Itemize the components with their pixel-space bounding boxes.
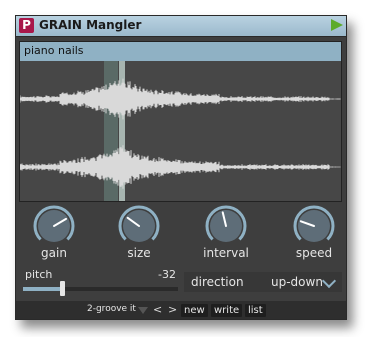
preset-dropdown-icon[interactable] (138, 307, 148, 314)
direction-label: direction (191, 275, 244, 289)
size-label: size (127, 246, 151, 260)
interval-knob-dial[interactable] (204, 204, 248, 246)
pitch-slider-fill (23, 287, 62, 291)
waveform-channel-right (20, 145, 341, 189)
size-knob-dial[interactable] (117, 204, 161, 246)
gain-knob[interactable]: gain (28, 204, 80, 264)
gain-knob-dial[interactable] (32, 204, 76, 246)
chevron-down-icon[interactable] (321, 273, 337, 289)
pitch-slider-handle[interactable] (59, 281, 65, 296)
waveform-display[interactable] (20, 61, 341, 201)
plugin-device: P GRAIN Mangler piano nails gain size in… (15, 15, 347, 320)
direction-value: up-down (271, 275, 323, 289)
device-badge: P (19, 18, 34, 33)
waveform-panel[interactable]: piano nails (19, 41, 342, 202)
speed-knob[interactable]: speed (288, 204, 340, 264)
list-presets-button[interactable]: list (245, 304, 266, 317)
pitch-label: pitch (25, 268, 53, 281)
size-knob[interactable]: size (113, 204, 165, 264)
previous-preset-button[interactable]: < (153, 304, 162, 316)
next-preset-button[interactable]: > (168, 304, 177, 316)
gain-label: gain (41, 246, 67, 260)
sample-name-bar: piano nails (20, 42, 341, 61)
new-preset-button[interactable]: new (181, 304, 208, 317)
play-icon[interactable] (331, 19, 343, 31)
direction-selector[interactable]: direction up-down (184, 272, 342, 292)
interval-label: interval (203, 246, 249, 260)
preset-bar: 2-groove it < > new write list (16, 301, 346, 319)
waveform-channel-left (20, 78, 341, 120)
speed-label: speed (295, 246, 333, 260)
speed-knob-dial[interactable] (292, 204, 336, 246)
interval-knob[interactable]: interval (200, 204, 252, 264)
pitch-slider[interactable] (23, 287, 178, 291)
preset-name[interactable]: 2-groove it (87, 304, 136, 314)
sample-name: piano nails (24, 44, 84, 57)
device-title: GRAIN Mangler (39, 18, 142, 32)
title-bar[interactable]: P GRAIN Mangler (16, 16, 346, 37)
pitch-value: -32 (158, 268, 176, 281)
write-preset-button[interactable]: write (211, 304, 243, 317)
